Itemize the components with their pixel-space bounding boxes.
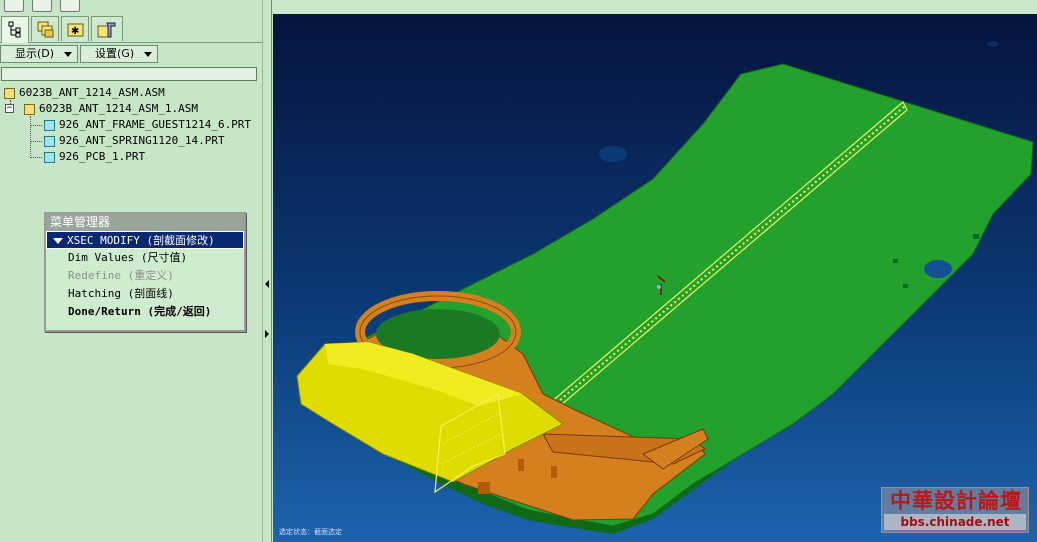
board-component: [893, 259, 898, 263]
expand-right-icon: [265, 330, 269, 338]
settings-menu-button[interactable]: 设置(G): [80, 45, 158, 63]
board-component: [903, 284, 908, 288]
splitter-arrows: [265, 280, 269, 338]
collapse-triangle-icon: [53, 238, 63, 244]
tree-item-label: 6023B_ANT_1214_ASM.ASM: [19, 86, 165, 99]
tree-item-pcb-part[interactable]: 926_PCB_1.PRT: [44, 150, 145, 164]
chevron-down-icon: [64, 52, 72, 57]
tree-item-frame-part[interactable]: 926_ANT_FRAME_GUEST1214_6.PRT: [44, 118, 251, 132]
viewport-status-text: 选定状态：截面选定: [279, 528, 342, 536]
model-render: [296, 41, 1034, 534]
frame-clip: [478, 482, 490, 494]
board-notch: [987, 41, 999, 47]
menu-item-done-return[interactable]: Done/Return (完成/返回): [46, 303, 244, 321]
menu-item-redefine: Redefine (重定义): [68, 269, 174, 282]
watermark-chinese-title: 中華設計論壇: [890, 488, 1022, 513]
chevron-down-icon: [144, 52, 152, 57]
tree-connector: [30, 116, 31, 158]
tree-item-sub-asm[interactable]: 6023B_ANT_1214_ASM_1.ASM: [24, 102, 198, 116]
tree-item-label: 926_PCB_1.PRT: [59, 150, 146, 163]
menu-item-hatching[interactable]: Hatching (剖面线): [46, 285, 244, 303]
collapse-left-icon: [265, 280, 269, 288]
redo-icon[interactable]: [60, 0, 80, 12]
tab-tools[interactable]: [91, 16, 123, 41]
menu-item-dim-values[interactable]: Dim Values (尺寸值): [46, 249, 244, 267]
board-notch: [599, 146, 627, 162]
board-notch: [924, 260, 952, 278]
assembly-icon: [4, 87, 15, 99]
assembly-icon: [24, 103, 35, 115]
settings-menu-label: 设置(G): [95, 47, 135, 60]
tab-model-tree[interactable]: [1, 16, 29, 43]
show-menu-button[interactable]: 显示(D): [0, 45, 78, 63]
tree-item-label: 926_ANT_FRAME_GUEST1214_6.PRT: [59, 118, 252, 131]
watermark-url: bbs.chinade.net: [884, 514, 1026, 530]
show-menu-label: 显示(D): [15, 47, 55, 60]
tree-connector: [30, 125, 42, 126]
tree-filter-input[interactable]: [1, 67, 257, 81]
favorites-icon: ✱: [67, 23, 84, 37]
sketch-icon[interactable]: [4, 0, 24, 12]
status-line-1: 选定状态：截面选定: [279, 528, 342, 536]
menu-manager-title: 菜单管理器: [46, 214, 244, 231]
model-tree-panel: ✱ 显示(D) 设置(G) − 6023B_ANT_1214_ASM.ASM 6…: [0, 0, 263, 542]
layers-icon: [37, 21, 54, 38]
xsec-modify-label: XSEC MODIFY (剖截面修改): [67, 234, 215, 247]
frame-clip: [551, 466, 557, 478]
menu-manager: 菜单管理器 XSEC MODIFY (剖截面修改) Dim Values (尺寸…: [44, 212, 246, 332]
edit-icon[interactable]: [32, 0, 52, 12]
navigator-tabs: ✱: [0, 16, 262, 43]
part-icon: [44, 119, 55, 131]
tab-favorites[interactable]: ✱: [61, 16, 89, 41]
board-component: [973, 234, 979, 239]
csys-origin: [657, 285, 661, 289]
svg-text:✱: ✱: [71, 26, 79, 37]
tree-connector: [30, 141, 42, 142]
frame-clip: [518, 459, 524, 471]
tab-layers[interactable]: [31, 16, 59, 41]
tree-item-label: 926_ANT_SPRING1120_14.PRT: [59, 134, 225, 147]
top-toolbar: [0, 0, 262, 12]
panel-splitter[interactable]: [262, 0, 272, 542]
tree-collapse-toggle[interactable]: −: [5, 104, 14, 113]
tree-item-spring-part[interactable]: 926_ANT_SPRING1120_14.PRT: [44, 134, 225, 148]
model-tree-icon: [8, 21, 21, 38]
xsec-modify-header[interactable]: XSEC MODIFY (剖截面修改): [46, 231, 244, 249]
tools-icon: [97, 22, 116, 38]
tree-item-label: 6023B_ANT_1214_ASM_1.ASM: [39, 102, 198, 115]
tree-connector: [30, 157, 42, 158]
part-icon: [44, 135, 55, 147]
tree-item-root-asm[interactable]: 6023B_ANT_1214_ASM.ASM: [4, 86, 165, 100]
part-icon: [44, 151, 55, 163]
graphics-viewport[interactable]: 选定状态：截面选定: [273, 14, 1037, 542]
site-watermark: 中華設計論壇 bbs.chinade.net: [881, 487, 1029, 533]
